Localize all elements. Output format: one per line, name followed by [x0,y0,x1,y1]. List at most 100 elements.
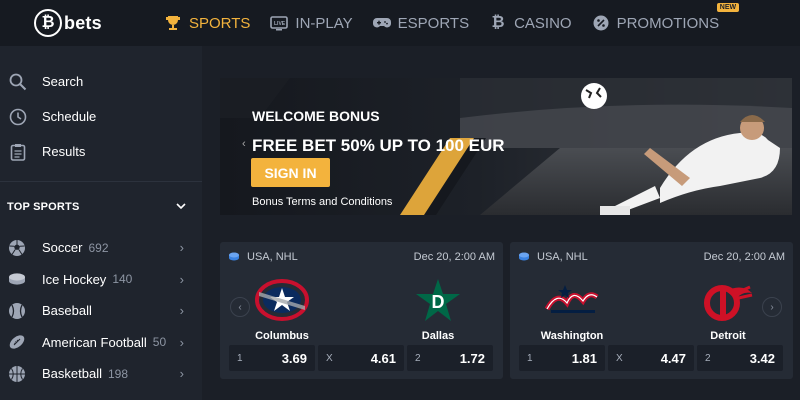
sport-count: 140 [112,272,133,287]
odd-value: 4.61 [370,350,396,366]
sidebar-item-label: Results [42,144,86,159]
chevron-left-icon[interactable]: ‹ [242,138,246,150]
odd-draw[interactable]: X 4.61 [318,345,404,371]
detroit-logo-icon [698,272,758,328]
away-team-name: Detroit [710,330,746,342]
league-name: USA, NHL [247,251,298,263]
odd-value: 3.69 [281,350,307,366]
match-header: USA, NHL Dec 20, 2:00 AM [519,251,785,263]
odd-label: 1 [237,352,243,364]
sport-label: Soccer [42,240,83,256]
odd-value: 3.42 [749,350,775,366]
sign-in-button[interactable]: SIGN IN [251,158,330,187]
banner-title: WELCOME BONUS [252,108,380,124]
top-sports-header[interactable]: TOP SPORTS [0,182,202,232]
sidebar-item-results[interactable]: Results [0,134,202,169]
nav-casino[interactable]: ₿ CASINO [489,14,572,32]
sport-count: 198 [107,366,129,381]
odd-value: 1.72 [459,350,485,366]
nav-sports[interactable]: SPORTS [164,14,250,32]
away-team[interactable]: D Dallas [388,272,488,342]
washington-logo-icon [542,272,602,328]
match-date: Dec 20, 2:00 AM [413,251,495,263]
hockey-puck-icon [229,252,239,262]
dallas-logo-icon: D [408,272,468,328]
sport-label: Ice Hockey [42,271,107,287]
baseball-icon [8,302,26,320]
sidebar-item-search[interactable]: Search [0,64,202,99]
nav-esports[interactable]: ESPORTS [372,14,469,32]
chevron-down-icon [176,201,186,213]
soccer-ball-icon [8,239,26,257]
chevron-left-icon: ‹ [238,301,242,313]
carousel-next-button[interactable]: › [762,297,782,317]
hockey-puck-icon [519,252,529,262]
clipboard-icon [8,142,28,162]
bonus-terms-link[interactable]: Bonus Terms and Conditions [252,196,392,208]
sidebar-item-schedule[interactable]: Schedule [0,99,202,134]
sidebar-links: Search Schedule Results [0,46,202,169]
nav-promotions-label: PROMOTIONS [616,14,720,32]
odds-row: 1 3.69 X 4.61 2 1.72 [229,345,493,371]
carousel-prev-button[interactable]: ‹ [230,297,250,317]
american-football-icon [8,333,26,351]
promo-banner[interactable]: ‹ WELCOME BONUS FREE BET 50% UP TO 100 E… [220,78,792,215]
sport-item-ice-hockey[interactable]: Ice Hockey 140 › [0,264,202,296]
match-date: Dec 20, 2:00 AM [703,251,785,263]
sport-count: 50 [152,335,167,350]
odds-row: 1 1.81 X 4.47 2 3.42 [519,345,783,371]
chevron-right-icon: › [179,366,184,382]
clock-icon [8,107,28,127]
gamepad-icon [372,14,391,32]
chevron-right-icon: › [770,301,774,313]
promo-icon [592,14,610,32]
sidebar-item-label: Search [42,74,84,89]
sport-label: Baseball [42,303,92,319]
nav-in-play-label: IN-PLAY [295,14,353,32]
chevron-right-icon: › [179,240,184,256]
match-card[interactable]: USA, NHL Dec 20, 2:00 AM Washington Detr… [510,242,793,379]
home-team-name: Washington [540,330,604,342]
match-header: USA, NHL Dec 20, 2:00 AM [229,251,495,263]
chevron-right-icon: › [179,334,184,350]
odd-home[interactable]: 1 3.69 [229,345,315,371]
nav-in-play[interactable]: LIVE IN-PLAY [270,14,353,32]
odd-value: 4.47 [660,350,686,366]
odd-away[interactable]: 2 3.42 [697,345,783,371]
chevron-right-icon: › [179,271,184,287]
brand-logo-text: bets [64,12,102,33]
chevron-right-icon: › [179,303,184,319]
sport-item-american-football[interactable]: American Football 50 › [0,327,202,359]
brand-logo[interactable]: ₿ bets [34,9,102,37]
bitcoin-logo-icon: ₿ [34,9,62,37]
columbus-logo-icon [252,272,312,328]
home-team[interactable]: Washington [522,272,622,342]
nav-sports-label: SPORTS [189,14,251,32]
odd-value: 1.81 [571,350,597,366]
odd-draw[interactable]: X 4.47 [608,345,694,371]
svg-text:LIVE: LIVE [274,21,286,27]
sidebar: Search Schedule Results TOP SPORTS Socce… [0,46,202,400]
svg-text:D: D [432,292,445,312]
sport-item-basketball[interactable]: Basketball 198 › [0,358,202,390]
top-sports-title: TOP SPORTS [7,201,80,213]
sport-label: Basketball [42,366,102,382]
sport-item-soccer[interactable]: Soccer 692 › [0,232,202,264]
match-card[interactable]: USA, NHL Dec 20, 2:00 AM Columbus D Dall… [220,242,503,379]
banner-headline: FREE BET 50% UP TO 100 EUR [252,136,505,155]
odd-home[interactable]: 1 1.81 [519,345,605,371]
odd-label: X [616,352,623,364]
trophy-icon [164,14,182,32]
odd-label: X [326,352,333,364]
nav-promotions[interactable]: PROMOTIONS NEW [592,3,740,32]
odd-label: 1 [527,352,533,364]
main-content: ‹ WELCOME BONUS FREE BET 50% UP TO 100 E… [202,46,800,400]
sport-item-baseball[interactable]: Baseball › [0,295,202,327]
league-name: USA, NHL [537,251,588,263]
odd-away[interactable]: 2 1.72 [407,345,493,371]
hockey-puck-icon [8,270,26,288]
home-team-name: Columbus [255,330,309,342]
main-nav: SPORTS LIVE IN-PLAY ESPORTS ₿ CASINO PRO… [164,0,740,46]
bitcoin-icon: ₿ [491,14,505,31]
top-bar: ₿ bets SPORTS LIVE IN-PLAY ESPORTS ₿ CAS… [0,0,800,46]
